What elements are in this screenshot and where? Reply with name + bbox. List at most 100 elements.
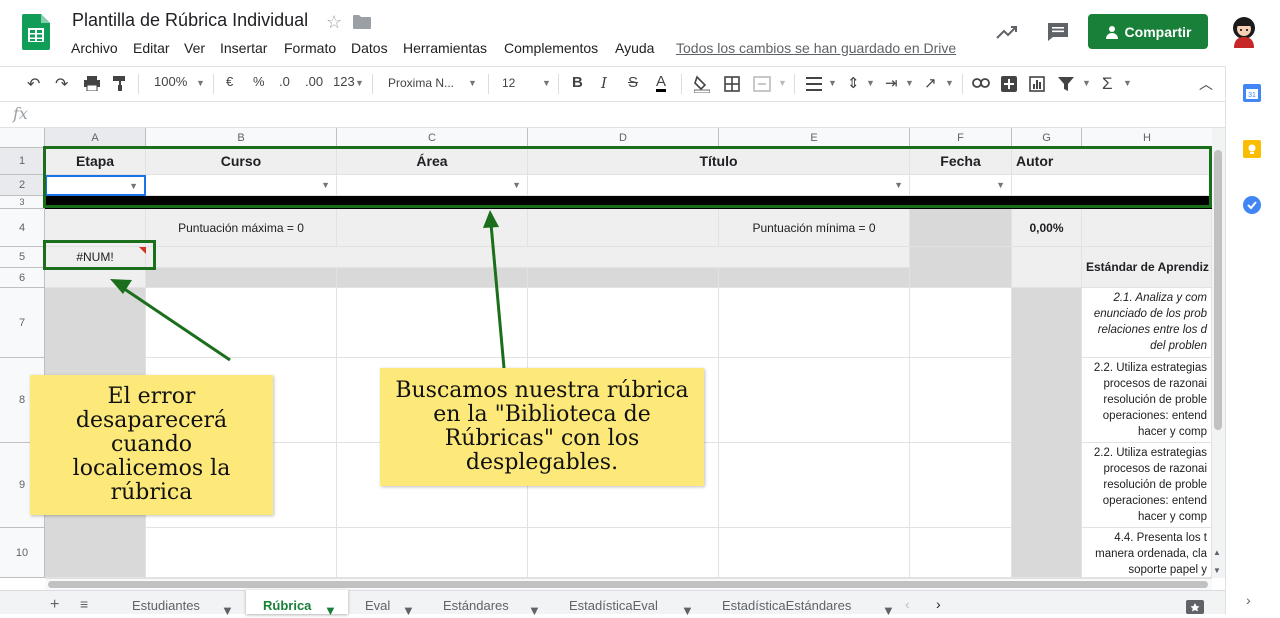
add-sheet-icon[interactable]: + [50,596,59,614]
row-header-6[interactable]: 6 [0,268,45,288]
chevron-down-icon[interactable]: ▼ [402,603,415,618]
chevron-down-icon[interactable]: ▼ [542,78,551,88]
cell-g5[interactable] [1012,247,1082,288]
row-header-4[interactable]: 4 [0,209,45,247]
font-size-select[interactable]: 12 [502,76,515,90]
chevron-down-icon[interactable]: ▼ [905,78,914,88]
cell-f5[interactable] [910,247,1012,288]
document-title[interactable]: Plantilla de Rúbrica Individual [72,10,308,31]
text-rotation-icon[interactable]: ↗ [924,74,937,92]
print-icon[interactable] [84,76,100,91]
vertical-scroll-thumb[interactable] [1214,150,1222,430]
increase-decimals-button[interactable]: .00 [305,74,323,89]
expand-side-panel-icon[interactable]: › [1246,592,1251,608]
cell-f8[interactable] [910,358,1012,443]
tab-eval[interactable]: Eval [365,598,390,613]
cell-f4[interactable] [910,209,1012,247]
scroll-up-icon[interactable]: ▲ [1213,548,1221,557]
row-header-7[interactable]: 7 [0,288,45,358]
scroll-tabs-right-icon[interactable]: › [936,596,941,612]
paint-format-icon[interactable] [113,76,127,91]
tab-estadistica-eval[interactable]: EstadísticaEval [569,598,658,613]
font-family-select[interactable]: Proxima N... [388,76,454,90]
functions-icon[interactable]: Σ [1102,74,1113,94]
decrease-decimals-button[interactable]: .0 [279,74,290,89]
cell-d10[interactable] [528,528,719,578]
sheets-logo-icon[interactable] [22,14,50,50]
chevron-down-icon[interactable]: ▼ [882,603,895,618]
vertical-align-icon[interactable]: ⇕ [847,74,860,92]
standards-header[interactable]: Estándar de Aprendiz [1082,247,1212,288]
cell-e9[interactable] [719,443,910,528]
column-header-c[interactable]: C [337,128,528,148]
chevron-down-icon[interactable]: ▼ [945,78,954,88]
zoom-select[interactable]: 100% [154,74,187,89]
cell-b10[interactable] [146,528,337,578]
activity-trend-icon[interactable] [995,22,1019,42]
menu-editar[interactable]: Editar [133,40,170,56]
insert-comment-icon[interactable] [1001,76,1017,92]
column-header-f[interactable]: F [910,128,1012,148]
column-header-h[interactable]: H [1082,128,1212,148]
scroll-down-icon[interactable]: ▼ [1213,566,1221,575]
merge-cells-icon[interactable] [753,76,771,92]
chevron-down-icon[interactable]: ▼ [528,603,541,618]
bold-button[interactable]: B [572,74,583,91]
column-header-e[interactable]: E [719,128,910,148]
undo-icon[interactable]: ↶ [27,74,40,94]
column-header-g[interactable]: G [1012,128,1082,148]
folder-icon[interactable] [353,15,371,29]
chevron-down-icon[interactable]: ▼ [778,78,787,88]
currency-format-button[interactable]: € [226,74,233,89]
horizontal-scroll-thumb[interactable] [48,581,1208,588]
more-formats-select[interactable]: 123 [333,74,355,89]
chevron-down-icon[interactable]: ▼ [355,78,364,88]
tab-estadistica-estandares[interactable]: EstadísticaEstándares [722,598,851,613]
align-left-icon[interactable] [806,77,822,91]
row-header-3[interactable]: 3 [0,196,45,209]
fill-color-icon[interactable] [694,75,710,93]
chevron-down-icon[interactable]: ▼ [866,78,875,88]
row-header-1[interactable]: 1 [0,148,45,175]
menu-ayuda[interactable]: Ayuda [615,40,654,56]
formula-bar[interactable] [0,102,1225,128]
cell-e6[interactable] [719,268,910,288]
column-header-b[interactable]: B [146,128,337,148]
cell-c10[interactable] [337,528,528,578]
tab-estandares[interactable]: Estándares [443,598,509,613]
menu-archivo[interactable]: Archivo [71,40,118,56]
cell-e7[interactable] [719,288,910,358]
tasks-icon[interactable] [1243,196,1261,214]
menu-ver[interactable]: Ver [184,40,205,56]
chevron-down-icon[interactable]: ▼ [196,78,205,88]
column-header-a[interactable]: A [45,128,146,148]
comment-icon[interactable] [1047,22,1069,42]
cell-d7[interactable] [528,288,719,358]
borders-icon[interactable] [724,76,740,92]
menu-datos[interactable]: Datos [351,40,388,56]
avatar-image[interactable] [1228,14,1260,48]
all-sheets-icon[interactable]: ≡ [80,596,88,612]
text-color-button[interactable]: A [656,74,667,92]
menu-insertar[interactable]: Insertar [220,40,267,56]
cell-e10[interactable] [719,528,910,578]
min-score-cell[interactable]: Puntuación mínima = 0 [719,209,910,247]
row-header-5[interactable]: 5 [0,247,45,268]
cell-f7[interactable] [910,288,1012,358]
row-header-2[interactable]: 2 [0,175,45,196]
keep-icon[interactable] [1243,140,1261,158]
standard-row-7[interactable]: 2.1. Analiza y com enunciado de los prob… [1082,288,1212,358]
chevron-down-icon[interactable]: ▼ [1123,78,1132,88]
cell-f9[interactable] [910,443,1012,528]
strikethrough-button[interactable]: S [628,74,638,91]
percent-format-button[interactable]: % [253,74,265,89]
menu-herramientas[interactable]: Herramientas [403,40,487,56]
cell-h4[interactable] [1082,209,1212,247]
chevron-down-icon[interactable]: ▼ [324,603,337,618]
tab-rubrica[interactable]: Rúbrica [263,598,311,613]
chevron-down-icon[interactable]: ▼ [221,603,234,618]
chevron-down-icon[interactable]: ▼ [468,78,477,88]
italic-button[interactable]: I [601,74,607,92]
star-icon[interactable]: ☆ [326,12,342,33]
cell-e8[interactable] [719,358,910,443]
